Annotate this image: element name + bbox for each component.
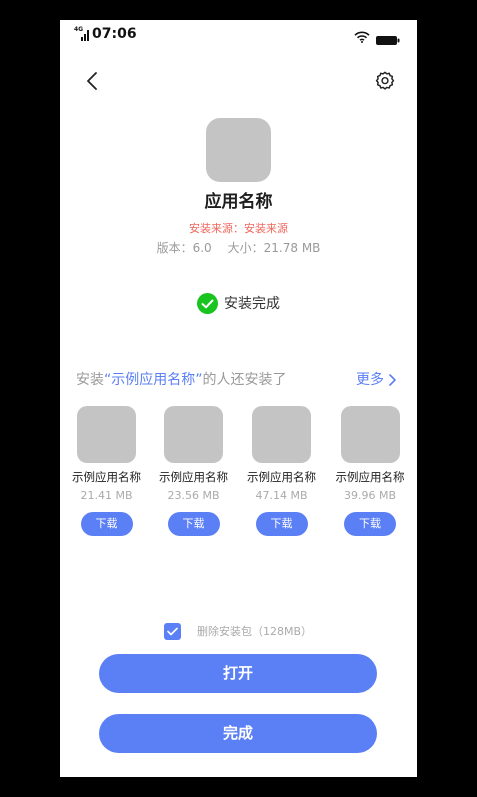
recommended-app-size: 39.96 MB bbox=[343, 489, 397, 502]
install-source: 安装来源：安装来源 bbox=[189, 222, 288, 235]
recommended-app-card[interactable]: 示例应用名称 21.41 MB 下载 bbox=[63, 406, 151, 536]
app-name: 应用名称 bbox=[204, 192, 273, 212]
download-button[interactable]: 下载 bbox=[167, 512, 220, 536]
recommended-app-size: 23.56 MB bbox=[167, 489, 220, 502]
open-button[interactable]: 打开 bbox=[99, 654, 377, 693]
recommended-app-name: 示例应用名称 bbox=[247, 470, 316, 484]
delete-package-label[interactable]: 删除安装包（128MB） bbox=[197, 625, 312, 639]
recommended-app-icon[interactable] bbox=[252, 406, 311, 463]
signal-icon: 4G bbox=[74, 26, 90, 41]
recommended-app-size: 21.41 MB bbox=[80, 489, 133, 502]
download-button[interactable]: 下载 bbox=[344, 512, 396, 536]
download-button[interactable]: 下载 bbox=[80, 512, 133, 536]
install-status: 安装完成 bbox=[60, 293, 417, 314]
recommended-app-icon[interactable] bbox=[77, 406, 136, 463]
recommended-app-card[interactable]: 示例应用名称 23.56 MB 下载 bbox=[150, 406, 238, 536]
recommended-app-name: 示例应用名称 bbox=[159, 470, 228, 484]
chevron-right-icon bbox=[389, 374, 396, 386]
check-circle-icon bbox=[197, 293, 218, 314]
battery-icon bbox=[376, 30, 400, 49]
delete-package-checkbox[interactable] bbox=[164, 623, 181, 640]
recommend-title: 安装“示例应用名称”的人还安装了 bbox=[76, 371, 287, 389]
download-button[interactable]: 下载 bbox=[255, 512, 308, 536]
done-button[interactable]: 完成 bbox=[99, 714, 377, 753]
network-type-label: 4G bbox=[74, 26, 84, 33]
recommended-app-size: 47.14 MB bbox=[255, 489, 308, 502]
recommend-prefix: 安装 bbox=[76, 372, 104, 388]
app-meta: 版本：6.0 大小：21.78 MB bbox=[60, 241, 417, 256]
wifi-icon bbox=[354, 28, 370, 47]
chevron-left-icon[interactable] bbox=[84, 72, 100, 90]
recommended-app-icon[interactable] bbox=[340, 406, 400, 463]
app-icon bbox=[206, 118, 271, 182]
install-status-text: 安装完成 bbox=[224, 295, 280, 312]
recommended-app-card[interactable]: 示例应用名称 47.14 MB 下载 bbox=[238, 406, 326, 536]
checkmark-icon bbox=[167, 627, 178, 636]
more-link[interactable]: 更多 bbox=[356, 371, 396, 389]
recommend-app-name: “示例应用名称” bbox=[104, 372, 203, 388]
recommend-suffix: 的人还安装了 bbox=[202, 372, 287, 388]
status-time: 07:06 bbox=[92, 26, 137, 42]
recommended-app-icon[interactable] bbox=[164, 406, 223, 463]
recommended-app-name: 示例应用名称 bbox=[72, 470, 141, 484]
more-label: 更多 bbox=[356, 372, 384, 388]
recommended-app-card[interactable]: 示例应用名称 39.96 MB 下载 bbox=[326, 406, 414, 536]
gear-icon[interactable] bbox=[374, 70, 396, 92]
phone-screen: 4G 07:06 应用名称 安装来源：安装来源 版本：6.0 大小：21.78 … bbox=[60, 20, 417, 777]
recommended-app-name: 示例应用名称 bbox=[335, 470, 405, 484]
app-size: 大小：21.78 MB bbox=[227, 241, 321, 255]
app-version: 版本：6.0 bbox=[156, 241, 212, 255]
